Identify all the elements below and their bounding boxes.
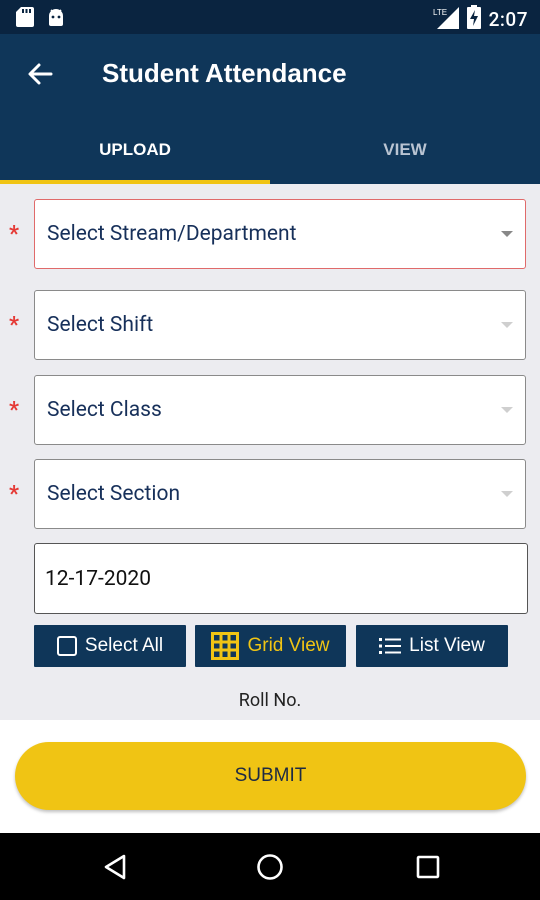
shift-select[interactable]: Select Shift [34,290,526,360]
section-placeholder: Select Section [47,482,181,506]
grid-view-button[interactable]: Grid View [195,625,346,667]
required-marker: * [9,398,19,423]
nav-recents-button[interactable] [412,851,444,883]
nav-home-button[interactable] [254,851,286,883]
shift-placeholder: Select Shift [47,313,154,337]
square-recents-icon [416,855,440,879]
android-icon [46,7,66,31]
select-all-label: Select All [84,635,164,656]
dropdown-arrow-icon [501,491,513,497]
dropdown-arrow-icon [501,322,513,328]
date-value: 12-17-2020 [45,566,152,591]
tab-bar: UPLOAD VIEW [0,116,540,184]
grid-icon [211,632,240,660]
tab-view[interactable]: VIEW [270,116,540,184]
class-placeholder: Select Class [47,398,162,422]
sd-card-icon [16,7,34,31]
list-view-button[interactable]: List View [356,625,508,667]
circle-home-icon [257,854,283,880]
nav-back-button[interactable] [99,851,131,883]
lte-signal-icon: LTE [433,5,459,34]
date-field[interactable]: 12-17-2020 [34,543,528,614]
required-marker: * [9,482,19,507]
app-bar: Student Attendance [0,34,540,116]
triangle-back-icon [104,854,126,880]
dropdown-arrow-icon [501,407,513,413]
arrow-back-icon [28,63,53,85]
class-select[interactable]: Select Class [34,375,526,445]
required-marker: * [9,313,19,338]
stream-department-placeholder: Select Stream/Department [47,222,297,246]
checkbox-icon [56,636,77,656]
tab-upload[interactable]: UPLOAD [0,116,270,184]
bottom-panel: SUBMIT [0,720,540,833]
lte-label: LTE [433,8,447,17]
navigation-bar [0,833,540,900]
required-marker: * [9,222,19,247]
list-icon [379,638,402,654]
page-title: Student Attendance [102,58,347,88]
status-bar: LTE 2:07 [0,0,540,34]
roll-no-header: Roll No. [238,690,302,711]
stream-department-select[interactable]: Select Stream/Department [34,199,526,269]
battery-charging-icon [466,5,481,34]
back-button[interactable] [22,56,58,92]
list-view-label: List View [409,635,485,656]
dropdown-arrow-icon [501,231,513,237]
select-all-button[interactable]: Select All [34,625,186,667]
grid-view-label: Grid View [247,635,330,656]
clock: 2:07 [488,8,528,31]
section-select[interactable]: Select Section [34,459,526,529]
submit-button[interactable]: SUBMIT [15,742,526,810]
